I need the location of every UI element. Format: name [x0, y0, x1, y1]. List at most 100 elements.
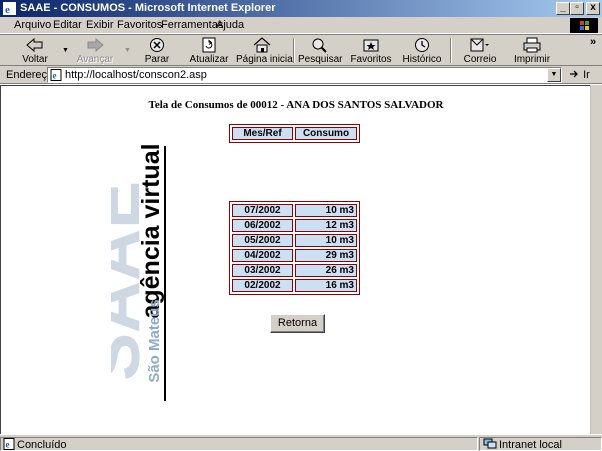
row-mes: 06/2002 — [232, 219, 293, 232]
refresh-icon — [202, 37, 216, 53]
row-mes: 03/2002 — [232, 264, 293, 277]
table-header-row: Mes/Ref Consumo — [232, 127, 357, 140]
row-consumo: 10 m3 — [295, 234, 357, 247]
close-button[interactable]: x — [586, 2, 600, 15]
column-header-consumo: Consumo — [295, 127, 357, 140]
status-panel-main: e Concluído — [0, 437, 478, 451]
forward-arrow-icon — [87, 37, 104, 53]
logo-divider — [164, 146, 166, 401]
forward-dropdown-icon[interactable]: ▼ — [124, 47, 131, 54]
status-bar: e Concluído Intranet local — [0, 434, 602, 451]
history-label: Histórico — [402, 54, 442, 65]
minimize-button[interactable]: _ — [556, 2, 570, 15]
header-table: Mes/Ref Consumo — [229, 124, 360, 143]
menu-exibir[interactable]: Exibir — [86, 19, 114, 31]
menu-ajuda[interactable]: Ajuda — [216, 19, 244, 31]
forward-label: Avançar — [76, 54, 114, 65]
svg-text:e: e — [5, 4, 10, 16]
row-mes: 07/2002 — [232, 204, 293, 217]
consumption-table: 07/2002 10 m3 06/2002 12 m3 05/2002 10 m… — [229, 201, 360, 295]
menu-arquivo[interactable]: Arquivo — [14, 19, 51, 31]
search-icon — [312, 38, 327, 53]
print-label: Imprimir — [513, 54, 551, 65]
row-consumo: 26 m3 — [295, 264, 357, 277]
back-button[interactable]: Voltar — [10, 35, 60, 66]
table-row: 02/2002 16 m3 — [232, 279, 357, 292]
page-content: Tela de Consumos de 00012 - ANA DOS SANT… — [0, 85, 590, 434]
printer-icon — [523, 37, 541, 53]
title-bar: e SAAE - CONSUMOS - Microsoft Internet E… — [0, 0, 602, 17]
table-row: 07/2002 10 m3 — [232, 204, 357, 217]
print-button[interactable]: Imprimir — [510, 35, 554, 66]
windows-flag-icon — [580, 21, 589, 30]
status-panel-zone: Intranet local — [479, 437, 602, 451]
refresh-label: Atualizar — [189, 54, 229, 65]
windows-logo — [570, 18, 598, 33]
favorites-button[interactable]: Favoritos — [348, 35, 394, 66]
menu-ferramentas[interactable]: Ferramentas — [161, 19, 223, 31]
mail-icon — [470, 38, 489, 52]
menu-bar: Arquivo Editar Exibir Favoritos Ferramen… — [0, 17, 602, 34]
address-url: http://localhost/conscon2.asp — [65, 69, 207, 81]
go-button[interactable]: Ir — [568, 68, 590, 81]
logo-city: São Mateus — [146, 299, 163, 382]
retorna-button[interactable]: Retorna — [270, 314, 325, 333]
toolbar-separator — [450, 38, 452, 63]
go-arrow-icon — [570, 70, 578, 78]
search-button[interactable]: Pesquisar — [298, 35, 343, 66]
favorites-icon — [363, 39, 379, 52]
search-label: Pesquisar — [298, 54, 343, 65]
row-mes: 05/2002 — [232, 234, 293, 247]
address-input[interactable]: e http://localhost/conscon2.asp ▼ — [47, 67, 562, 83]
table-row: 05/2002 10 m3 — [232, 234, 357, 247]
forward-button[interactable]: Avançar — [70, 35, 120, 66]
address-dropdown-icon[interactable]: ▼ — [547, 68, 561, 82]
stop-icon — [150, 38, 164, 52]
table-row: 04/2002 29 m3 — [232, 249, 357, 262]
row-consumo: 16 m3 — [295, 279, 357, 292]
agencia-virtual-logo: SAAE agência virtual São Mateus — [75, 141, 176, 406]
refresh-button[interactable]: Atualizar — [184, 35, 234, 66]
svg-text:e: e — [6, 440, 10, 450]
logo-main-text: agência virtual — [137, 143, 165, 318]
table-row: 03/2002 26 m3 — [232, 264, 357, 277]
back-label: Voltar — [22, 54, 48, 65]
table-row: 06/2002 12 m3 — [232, 219, 357, 232]
home-button[interactable]: Página inicial — [236, 35, 295, 66]
toolbar: Voltar ▼ Avançar ▼ Parar Atualizar Págin… — [0, 34, 602, 66]
intranet-icon — [483, 438, 497, 449]
row-consumo: 10 m3 — [295, 204, 357, 217]
menu-editar[interactable]: Editar — [53, 19, 82, 31]
stop-label: Parar — [144, 54, 170, 65]
mail-label: Correio — [463, 54, 497, 65]
logo-graphic: SAAE agência virtual São Mateus — [75, 143, 165, 382]
vertical-scrollbar[interactable] — [590, 85, 602, 434]
window-title: SAAE - CONSUMOS - Microsoft Internet Exp… — [20, 2, 276, 14]
back-dropdown-icon[interactable]: ▼ — [62, 47, 69, 54]
row-mes: 04/2002 — [232, 249, 293, 262]
done-page-icon: e — [3, 438, 15, 450]
column-header-mes: Mes/Ref — [232, 127, 293, 140]
svg-text:e: e — [53, 71, 57, 81]
page-icon: e — [50, 69, 62, 81]
back-arrow-icon — [26, 37, 43, 53]
history-icon — [415, 38, 429, 52]
status-text: Concluído — [17, 439, 67, 451]
go-label: Ir — [583, 69, 590, 81]
page-heading: Tela de Consumos de 00012 - ANA DOS SANT… — [148, 99, 444, 111]
row-consumo: 12 m3 — [295, 219, 357, 232]
address-bar: Endereço e http://localhost/conscon2.asp… — [0, 66, 602, 84]
stop-button[interactable]: Parar — [136, 35, 178, 66]
menu-favoritos[interactable]: Favoritos — [117, 19, 162, 31]
toolbar-separator — [293, 38, 295, 63]
zone-text: Intranet local — [499, 439, 562, 451]
favorites-label: Favoritos — [350, 54, 392, 65]
home-label: Página inicial — [236, 54, 295, 65]
maximize-button[interactable]: ▫ — [570, 2, 584, 15]
row-consumo: 29 m3 — [295, 249, 357, 262]
home-icon — [253, 37, 271, 53]
toolbar-overflow-button[interactable]: » — [590, 36, 596, 48]
ie-icon: e — [3, 2, 16, 16]
mail-button[interactable]: Correio — [458, 35, 502, 66]
history-button[interactable]: Histórico — [400, 35, 444, 66]
